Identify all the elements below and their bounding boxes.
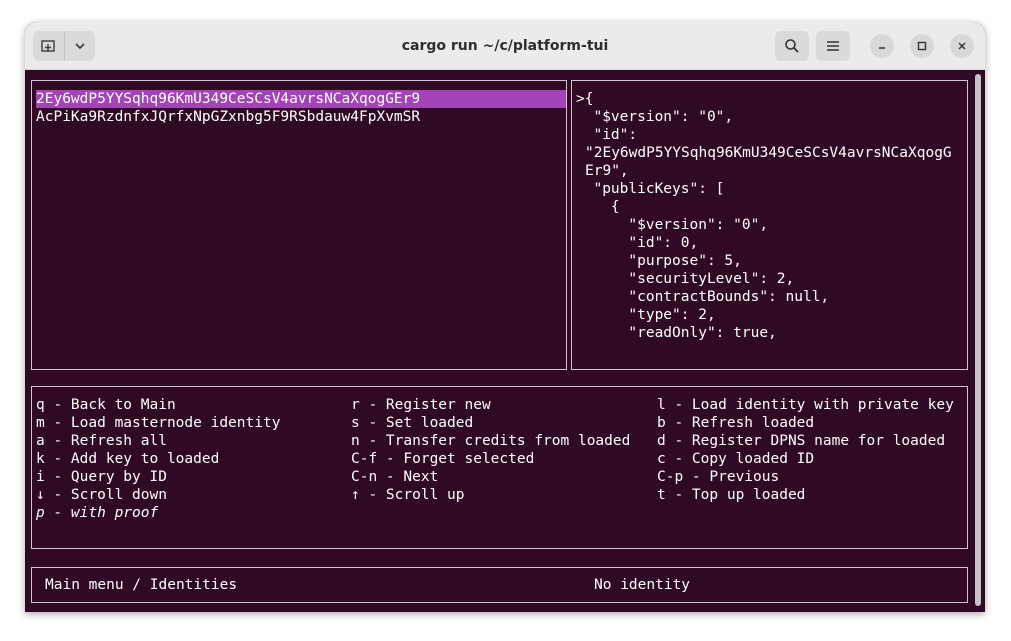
keybinding-add-key: k - Add key to loaded [36, 451, 220, 467]
keybinding-register-dpns: d - Register DPNS name for loaded [657, 433, 946, 449]
chevron-down-icon [75, 43, 85, 50]
tab-dropdown-button[interactable] [63, 31, 96, 61]
json-line: "id": [576, 127, 638, 143]
json-line: "contractBounds": null, [576, 289, 830, 305]
new-tab-split-button [33, 31, 95, 61]
json-line: "2Ey6wdP5YYSqhq96KmU349CeSCsV4avrsNCaXqo… [585, 145, 952, 161]
scrollbar[interactable] [975, 74, 981, 606]
keybinding-scroll-up: ↑ - Scroll up [351, 487, 465, 503]
hamburger-menu-icon [827, 41, 839, 51]
keybindings-panel: q - Back to Main m - Load masternode ide… [31, 386, 968, 549]
keybinding-load-masternode: m - Load masternode identity [36, 415, 281, 431]
json-line: "id": 0, [576, 235, 699, 251]
keybinding-refresh-all: a - Refresh all [36, 433, 167, 449]
new-tab-icon [41, 40, 55, 52]
keybinding-set-loaded: s - Set loaded [351, 415, 474, 431]
json-line: "readOnly": true, [576, 325, 777, 341]
identity-json-panel: >{ "$version": "0", "id": "2Ey6wdP5YYSqh… [571, 80, 968, 370]
keybinding-query-by-id: i - Query by ID [36, 469, 167, 485]
json-line: "$version": "0", [576, 109, 734, 125]
title-bar: cargo run ~/c/platform-tui [25, 22, 985, 70]
identity-status: No identity [594, 577, 691, 593]
keybinding-back-to-main: q - Back to Main [36, 397, 176, 413]
search-icon [785, 39, 799, 53]
identity-item[interactable]: AcPiKa9RzdnfxJQrfxNpGZxnbg5F9RSbdauw4FpX… [36, 108, 420, 126]
json-line: "publicKeys": [ [576, 181, 725, 197]
minimize-icon [879, 47, 885, 49]
close-button[interactable] [950, 34, 974, 58]
json-line: Er9", [585, 163, 629, 179]
json-line: "securityLevel": 2, [576, 271, 795, 287]
keybinding-copy-loaded-id: c - Copy loaded ID [657, 451, 815, 467]
terminal-window: cargo run ~/c/platform-tui 2Ey6wdP5YYSqh… [25, 22, 985, 612]
terminal-content[interactable]: 2Ey6wdP5YYSqhq96KmU349CeSCsV4avrsNCaXqog… [25, 70, 971, 612]
json-line: >{ [576, 91, 594, 107]
keybinding-previous: C-p - Previous [657, 469, 780, 485]
json-line: "type": 2, [576, 307, 716, 323]
json-line: "purpose": 5, [576, 253, 742, 269]
keybinding-transfer-credits: n - Transfer credits from loaded [351, 433, 631, 449]
keybinding-next: C-n - Next [351, 469, 439, 485]
keybinding-forget-selected: C-f - Forget selected [351, 451, 535, 467]
keybinding-register-new: r - Register new [351, 397, 491, 413]
keybinding-scroll-down: ↓ - Scroll down [36, 487, 167, 503]
new-tab-button[interactable] [33, 31, 64, 61]
json-line: "$version": "0", [576, 217, 769, 233]
identity-item-selected[interactable]: 2Ey6wdP5YYSqhq96KmU349CeSCsV4avrsNCaXqog… [36, 90, 566, 108]
keybinding-load-with-private-key: l - Load identity with private key [657, 397, 954, 413]
identities-list-panel: 2Ey6wdP5YYSqhq96KmU349CeSCsV4avrsNCaXqog… [31, 80, 567, 370]
json-line: { [576, 199, 620, 215]
maximize-icon [917, 41, 927, 51]
maximize-button[interactable] [910, 34, 934, 58]
keybinding-refresh-loaded: b - Refresh loaded [657, 415, 815, 431]
close-icon [958, 42, 966, 50]
keybinding-top-up-loaded: t - Top up loaded [657, 487, 806, 503]
menu-button[interactable] [816, 31, 850, 61]
keybinding-with-proof: p - with proof [36, 505, 159, 521]
search-button[interactable] [775, 31, 809, 61]
status-bar: Main menu / Identities No identity [31, 567, 968, 603]
breadcrumb: Main menu / Identities [45, 577, 238, 593]
minimize-button[interactable] [870, 34, 894, 58]
